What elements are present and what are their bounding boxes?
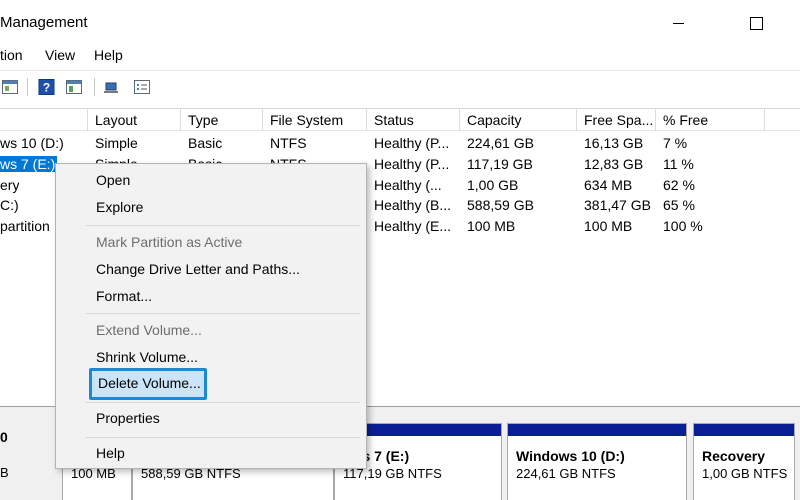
partition-block[interactable]: Recovery 1,00 GB NTFS: [693, 423, 795, 500]
column-header-free-space[interactable]: Free Spa...: [577, 109, 656, 131]
cell-type: Basic: [188, 135, 223, 151]
window-title: Management: [0, 14, 88, 31]
console-icon[interactable]: [66, 79, 83, 95]
menu-view[interactable]: View: [45, 47, 75, 63]
cell-volume-selected: ws 7 (E:): [0, 156, 58, 172]
column-header-type[interactable]: Type: [181, 109, 263, 131]
cell-capacity: 117,19 GB: [467, 156, 533, 172]
cell-status: Healthy (P...: [374, 135, 450, 151]
table-row[interactable]: ws 10 (D:) Simple Basic NTFS Healthy (P.…: [0, 133, 800, 153]
cell-capacity: 100 MB: [467, 218, 516, 234]
cell-capacity: 224,61 GB: [467, 135, 534, 151]
table-header: Layout Type File System Status Capacity …: [0, 109, 800, 131]
menu-item-explore[interactable]: Explore: [96, 199, 143, 215]
toolbar: ?: [0, 70, 800, 102]
connect-icon[interactable]: [104, 79, 121, 95]
cell-free-space: 16,13 GB: [584, 135, 644, 151]
cell-status: Healthy (B...: [374, 197, 452, 213]
menu-item-help[interactable]: Help: [96, 445, 125, 461]
cell-status: Healthy (E...: [374, 218, 452, 234]
menu-action[interactable]: tion: [0, 47, 23, 63]
menu-separator: [86, 437, 360, 438]
column-header-capacity[interactable]: Capacity: [460, 109, 577, 131]
cell-volume: ws 10 (D:): [0, 135, 64, 151]
menu-separator: [86, 313, 360, 314]
cell-percent-free: 11 %: [663, 156, 694, 172]
cell-status: Healthy (P...: [374, 156, 450, 172]
partition-name: Recovery: [702, 448, 766, 464]
cell-free-space: 634 MB: [584, 177, 633, 193]
menu-item-change-drive-letter[interactable]: Change Drive Letter and Paths...: [96, 261, 300, 277]
title-bar: Management: [0, 0, 800, 46]
cell-capacity: 1,00 GB: [467, 177, 519, 193]
svg-text:?: ?: [43, 81, 50, 95]
column-header-file-system[interactable]: File System: [263, 109, 367, 131]
column-header-percent-free[interactable]: % Free: [656, 109, 765, 131]
menu-item-delete-volume[interactable]: Delete Volume...: [89, 368, 207, 400]
menu-item-properties[interactable]: Properties: [96, 410, 160, 426]
disk-label: 0: [0, 429, 8, 445]
minimize-button[interactable]: [663, 10, 693, 38]
properties-icon[interactable]: [2, 79, 19, 95]
cell-percent-free: 62 %: [663, 177, 695, 193]
column-header-status[interactable]: Status: [367, 109, 460, 131]
menu-item-format[interactable]: Format...: [96, 288, 152, 304]
list-icon[interactable]: [134, 79, 151, 95]
cell-status: Healthy (...: [374, 177, 442, 193]
menu-item-mark-active: Mark Partition as Active: [96, 234, 243, 250]
menu-separator: [86, 402, 360, 403]
menu-item-open[interactable]: Open: [96, 172, 130, 188]
cell-file-system: NTFS: [270, 135, 307, 151]
context-menu: Open Explore Mark Partition as Active Ch…: [55, 163, 367, 469]
cell-percent-free: 100 %: [663, 218, 703, 234]
column-header-layout[interactable]: Layout: [88, 109, 181, 131]
cell-free-space: 12,83 GB: [584, 156, 644, 172]
menu-item-shrink-volume[interactable]: Shrink Volume...: [96, 349, 198, 365]
menu-item-extend-volume: Extend Volume...: [96, 322, 202, 338]
delete-volume-label: Delete Volume...: [98, 375, 201, 391]
maximize-button[interactable]: [741, 10, 771, 38]
cell-volume: C:): [0, 197, 19, 213]
disk-sub-label: B: [0, 465, 9, 480]
partition-detail: 224,61 GB NTFS: [516, 466, 616, 481]
cell-capacity: 588,59 GB: [467, 197, 534, 213]
column-header-volume[interactable]: [0, 109, 88, 131]
menu-separator: [86, 225, 360, 226]
cell-volume: ery: [0, 177, 20, 193]
cell-layout: Simple: [95, 135, 138, 151]
menu-help[interactable]: Help: [94, 47, 123, 63]
menu-bar: tion View Help: [0, 46, 800, 68]
help-icon[interactable]: ?: [38, 79, 55, 95]
toolbar-separator: [27, 78, 28, 96]
partition-name: Windows 10 (D:): [516, 448, 625, 464]
cell-volume: partition: [0, 218, 50, 234]
toolbar-separator: [94, 78, 95, 96]
cell-percent-free: 7 %: [663, 135, 688, 151]
cell-percent-free: 65 %: [663, 197, 695, 213]
cell-free-space: 381,47 GB: [584, 197, 651, 213]
cell-free-space: 100 MB: [584, 218, 633, 234]
partition-detail: 1,00 GB NTFS: [702, 466, 788, 481]
partition-block[interactable]: Windows 10 (D:) 224,61 GB NTFS: [507, 423, 687, 500]
